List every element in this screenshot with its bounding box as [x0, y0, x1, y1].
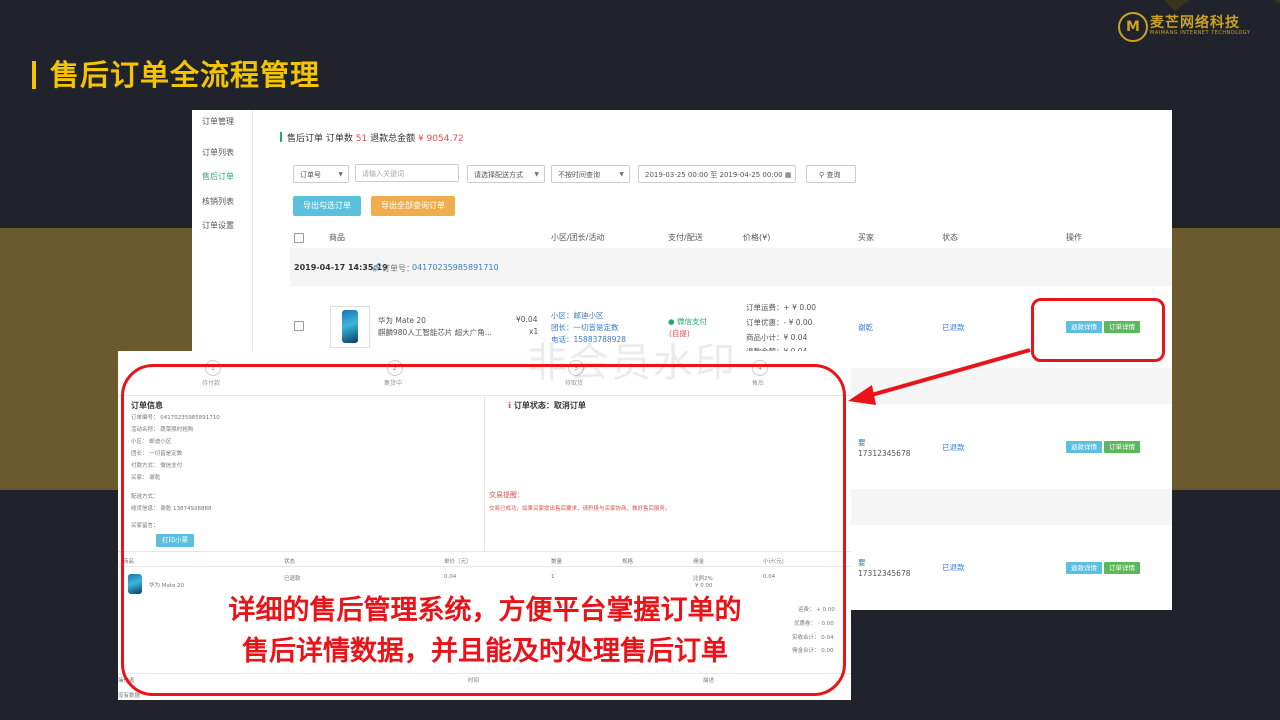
fee-shipping: 订单运费：+ ¥ 0.00 [746, 303, 817, 312]
fee-subtotal: 商品小计：¥ 0.04 [746, 333, 808, 342]
sidebar-item-verify-list[interactable]: 核销列表 [202, 196, 234, 207]
col-buyer: 买家 [858, 233, 874, 242]
refund-detail-button[interactable]: 退款详情 [1066, 441, 1102, 453]
time-value: 不按时间查询 [558, 171, 600, 179]
order-detail-button[interactable]: 订单详情 [1104, 562, 1140, 574]
caption-line-1: 详细的售后管理系统，方便平台掌握订单的 [228, 595, 742, 626]
logo-name: 麦芒网络科技 [1150, 15, 1240, 31]
search-icon: ⚲ [819, 171, 825, 179]
buyer-name[interactable]: 要 [858, 557, 866, 568]
chevron-down-icon: ▼ [338, 171, 343, 178]
order-detail-button[interactable]: 订单详情 [1104, 441, 1140, 453]
query-button[interactable]: ⚲ 查询 [806, 165, 856, 183]
col-status: 状态 [942, 233, 958, 242]
select-all-checkbox[interactable] [294, 233, 304, 243]
time-select[interactable]: 不按时间查询 ▼ [551, 165, 630, 183]
buyer-name[interactable]: 要 [858, 437, 866, 448]
header-mid: 退款总金额 [370, 134, 416, 144]
col-community: 小区/团长/活动 [551, 233, 605, 242]
date-range-input[interactable]: 2019-03-25 00:00 至 2019-04-25 00:00 ▦ [638, 165, 796, 183]
order-no-label: 订单号： [382, 264, 414, 273]
product-image [330, 306, 370, 348]
product-image-screen [342, 310, 358, 343]
order-count: 51 [355, 134, 368, 144]
chevron-down-icon: ▼ [534, 171, 539, 178]
slide-title: 售后订单全流程管理 [32, 52, 320, 94]
sidebar-heading: 订单管理 [202, 117, 234, 126]
wechat-pay-icon: ● [668, 317, 675, 326]
community[interactable]: 小区：邮迪小区 [551, 310, 604, 321]
order-status: 已退款 [942, 443, 965, 452]
order-no-value[interactable]: 04170235985891710 [412, 263, 499, 272]
col-actions: 操作 [1066, 233, 1082, 242]
export-selected-button[interactable]: 导出勾选订单 [293, 196, 361, 216]
header-bar [280, 132, 282, 142]
slide-caption: 详细的售后管理系统，方便平台掌握订单的 售后详情数据，并且能及时处理售后订单 [140, 590, 830, 672]
order-group-header: 2019-04-17 14:35:19 🔗 订单号： 0417023598589… [290, 248, 1172, 286]
order-status: 已退款 [942, 563, 965, 572]
buyer-name[interactable]: 谢乾 [858, 322, 873, 333]
fee-discount: 订单优惠：- ¥ 0.00 [746, 318, 813, 327]
slide-title-text: 售后订单全流程管理 [50, 58, 321, 92]
header-prefix: 售后订单 订单数 [287, 134, 353, 144]
keyword-input[interactable]: 请输入关键词 [355, 164, 459, 182]
delivery-value: 请选择配送方式 [474, 171, 523, 179]
delivery-select[interactable]: 请选择配送方式 ▼ [467, 165, 545, 183]
order-type-select[interactable]: 订单号 ▼ [293, 165, 349, 183]
buyer-phone: 17312345678 [858, 449, 911, 458]
order-type-value: 订单号 [300, 171, 321, 179]
buyer-phone: 17312345678 [858, 569, 911, 578]
caption-line-2: 售后详情数据，并且能及时处理售后订单 [242, 636, 728, 667]
row-checkbox[interactable] [294, 321, 304, 331]
product-name: 华为 Mate 20 [378, 316, 426, 325]
logo-subtitle: MAIMANG INTERNET TECHNOLOGY [1150, 30, 1251, 36]
logo-mark-icon: M [1118, 12, 1148, 42]
calendar-icon: ▦ [784, 171, 792, 179]
col-price: 价格(¥) [743, 233, 771, 242]
col-product: 商品 [329, 233, 345, 242]
order-status: 已退款 [942, 323, 965, 332]
chevron-down-icon: ▼ [619, 171, 624, 178]
product-desc: 麒麟980人工智能芯片 超大广角... [378, 328, 492, 337]
export-all-button[interactable]: 导出全部查询订单 [371, 196, 455, 216]
unit-price: ¥0.04 [516, 315, 538, 324]
link-icon: 🔗 [372, 263, 382, 272]
sidebar-item-order-settings[interactable]: 订单设置 [202, 220, 234, 231]
action-highlight-box [1031, 298, 1165, 362]
refund-total: ¥ 9054.72 [417, 134, 464, 144]
company-logo: M 麦芒网络科技 MAIMANG INTERNET TECHNOLOGY [1118, 10, 1268, 42]
page-header: 售后订单 订单数 51 退款总金额 ¥ 9054.72 [280, 131, 464, 144]
refund-detail-button[interactable]: 退款详情 [1066, 562, 1102, 574]
date-range-value: 2019-03-25 00:00 至 2019-04-25 00:00 [645, 171, 783, 179]
title-bar [32, 61, 36, 89]
sidebar-item-order-list[interactable]: 订单列表 [202, 147, 234, 158]
pay-method-text: 微信支付 [676, 317, 707, 326]
log-empty: 没有数据 [118, 693, 141, 699]
pay-method: ● 微信支付 [668, 316, 707, 327]
col-payment: 支付/配送 [668, 233, 703, 242]
query-label: 查询 [826, 171, 841, 179]
sidebar-item-after-sales[interactable]: 售后订单 [202, 171, 234, 182]
